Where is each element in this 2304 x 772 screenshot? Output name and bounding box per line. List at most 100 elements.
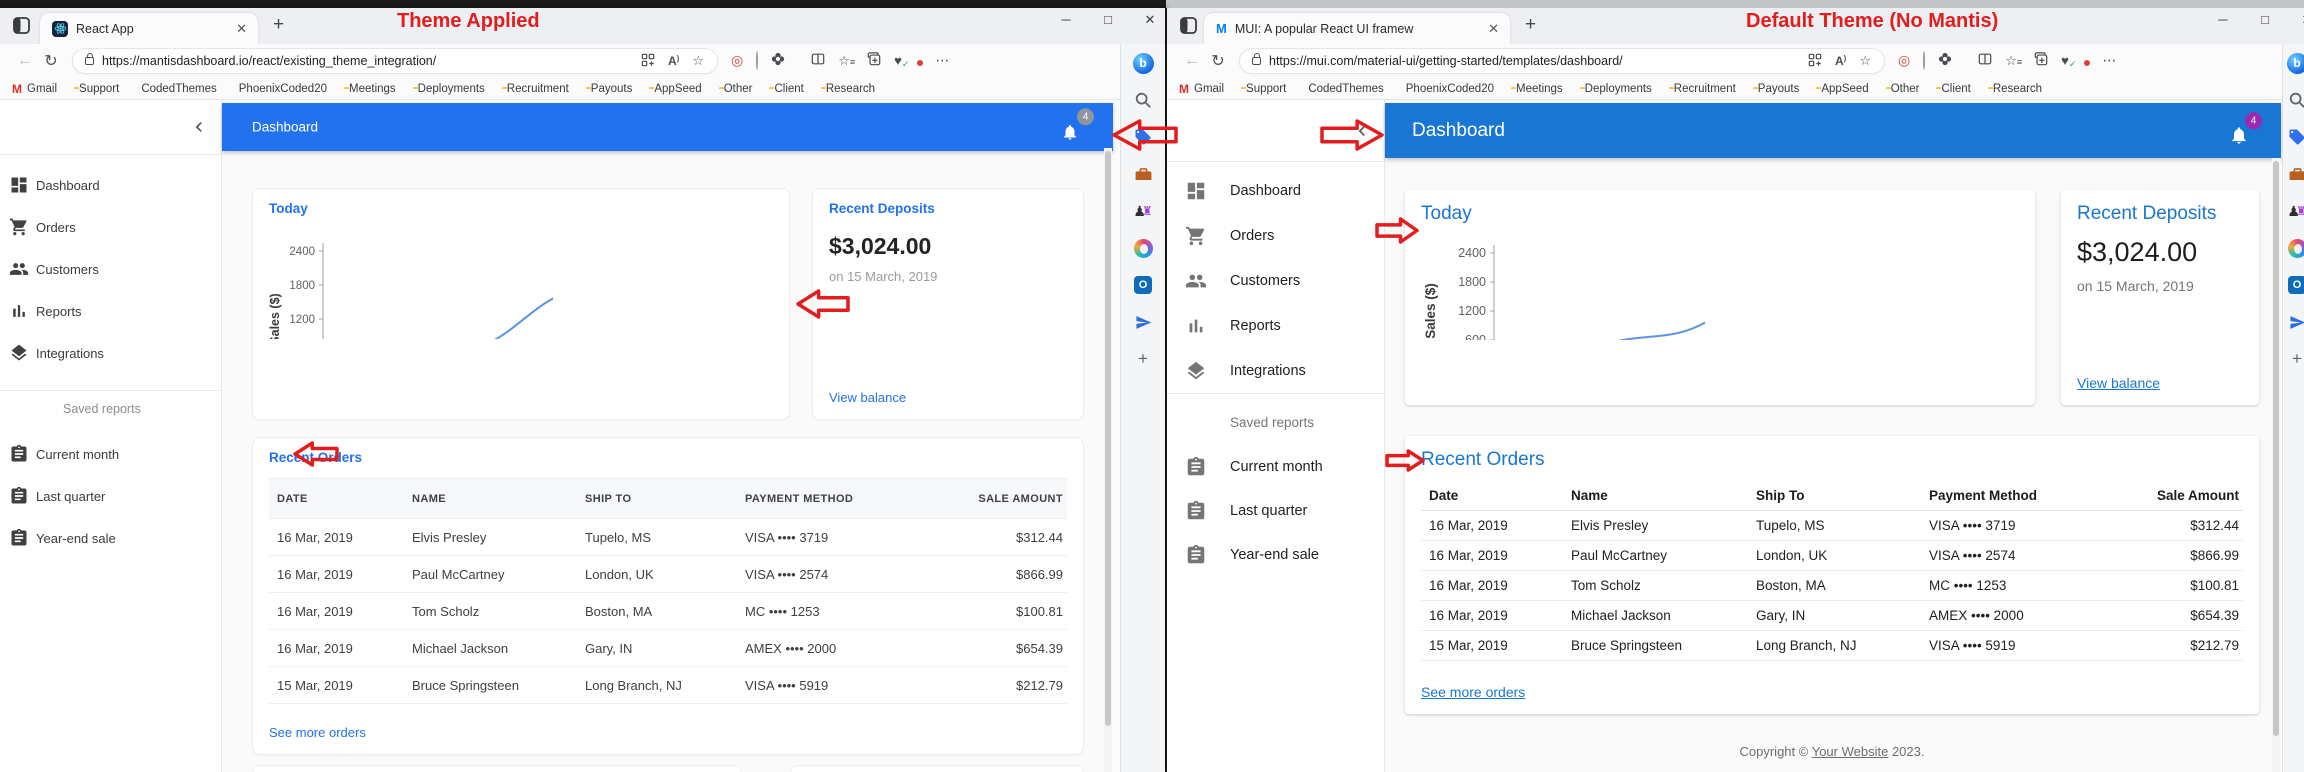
more-options-icon[interactable]: ⋯ xyxy=(2102,52,2117,70)
bookmark-gmail[interactable]: MGmail xyxy=(1179,82,1224,96)
outlook-icon[interactable]: O xyxy=(1132,274,1154,296)
bookmark-appseed[interactable]: AppSeed xyxy=(1816,83,1868,95)
bookmark-payouts[interactable]: Payouts xyxy=(1753,83,1800,95)
copilot-icon[interactable]: b xyxy=(1132,52,1154,74)
bookmark-other[interactable]: Other xyxy=(1886,83,1920,95)
bookmark-appseed[interactable]: AppSeed xyxy=(649,83,701,95)
copilot-icon[interactable]: b xyxy=(2286,52,2304,74)
sidebar-item-orders[interactable]: Orders xyxy=(1167,213,1384,258)
designer-icon[interactable] xyxy=(1132,311,1154,333)
tab-close-icon[interactable]: ✕ xyxy=(233,21,250,37)
add-icon[interactable]: + xyxy=(1132,348,1154,370)
bookmark-other[interactable]: Other xyxy=(719,83,753,95)
bookmark-meetings[interactable]: Meetings xyxy=(344,83,396,95)
tab-actions-icon[interactable] xyxy=(13,17,30,34)
tab-close-icon[interactable]: ✕ xyxy=(1485,21,1502,37)
bookmark-gmail[interactable]: MGmail xyxy=(12,82,57,96)
apps-grid-icon[interactable] xyxy=(641,53,655,70)
tab-actions-icon[interactable] xyxy=(1180,17,1197,34)
games-icon[interactable]: ♟♜ xyxy=(1132,200,1154,222)
bookmark-phoenixcoded20[interactable]: PhoenixCoded20 xyxy=(234,83,327,95)
screenshot-target-icon[interactable]: ◎ xyxy=(1898,52,1910,70)
refresh-icon[interactable]: ↻ xyxy=(1205,51,1231,71)
bookmark-client[interactable]: Client xyxy=(1936,83,1970,95)
sidebar-item-reports[interactable]: Reports xyxy=(1167,303,1384,348)
sidebar-item-integrations[interactable]: Integrations xyxy=(1167,348,1384,393)
minimize-button[interactable]: ─ xyxy=(1057,12,1075,28)
search-icon[interactable] xyxy=(2286,89,2304,111)
sidebar-item-dashboard[interactable]: Dashboard xyxy=(1167,168,1384,213)
bookmark-recruitment[interactable]: Recruitment xyxy=(1669,83,1736,95)
add-icon[interactable]: + xyxy=(2286,348,2304,370)
read-aloud-icon[interactable]: A) xyxy=(668,54,679,68)
office365-icon[interactable] xyxy=(2286,237,2304,259)
bookmark-codedthemes[interactable]: CodedThemes xyxy=(1303,83,1383,95)
bookmark-phoenixcoded20[interactable]: PhoenixCoded20 xyxy=(1401,83,1494,95)
scrollbar-thumb[interactable] xyxy=(1105,151,1111,726)
notifications-button[interactable]: 4 xyxy=(2229,119,2255,145)
sidebar-item-customers[interactable]: Customers xyxy=(0,248,221,290)
scrollbar-thumb[interactable] xyxy=(2273,161,2279,736)
collapse-drawer-icon[interactable] xyxy=(189,117,209,137)
bookmark-deployments[interactable]: Deployments xyxy=(413,83,485,95)
apps-grid-icon[interactable] xyxy=(1808,53,1822,70)
page-scrollbar[interactable] xyxy=(2272,158,2280,772)
shopping-icon[interactable] xyxy=(1132,126,1154,148)
collections-icon[interactable] xyxy=(867,52,881,71)
outlook-icon[interactable]: O xyxy=(2286,274,2304,296)
sidebar-item-current-month[interactable]: Current month xyxy=(0,433,221,475)
browser-tab[interactable]: React App ✕ xyxy=(40,13,258,44)
favorites-hub-icon[interactable]: ☆≡ xyxy=(838,52,854,70)
bookmark-recruitment[interactable]: Recruitment xyxy=(502,83,569,95)
collapse-drawer-icon[interactable] xyxy=(1352,121,1372,141)
address-bar[interactable]: https://mui.com/material-ui/getting-star… xyxy=(1239,48,1885,74)
browser-tab[interactable]: M MUI: A popular React UI framew ✕ xyxy=(1204,13,1510,44)
sidebar-item-orders[interactable]: Orders xyxy=(0,206,221,248)
close-button[interactable]: ✕ xyxy=(2298,12,2304,28)
page-scrollbar[interactable] xyxy=(1104,148,1112,772)
more-options-icon[interactable]: ⋯ xyxy=(935,52,950,70)
see-more-orders-link[interactable]: See more orders xyxy=(1421,684,1525,700)
office365-icon[interactable] xyxy=(1132,237,1154,259)
read-aloud-icon[interactable]: A) xyxy=(1835,54,1846,68)
search-icon[interactable] xyxy=(1132,89,1154,111)
notifications-button[interactable]: 4 xyxy=(1061,115,1087,141)
browser-essentials-icon[interactable]: ♥✓ xyxy=(894,52,909,70)
bookmark-research[interactable]: Research xyxy=(821,83,875,95)
favorites-hub-icon[interactable]: ☆≡ xyxy=(2005,52,2021,70)
profile-icon[interactable] xyxy=(756,52,758,70)
sidebar-item-integrations[interactable]: Integrations xyxy=(0,332,221,374)
games-icon[interactable]: ♟♜ xyxy=(2286,200,2304,222)
sidebar-item-year-end-sale[interactable]: Year-end sale xyxy=(1167,533,1384,577)
minimize-button[interactable]: ─ xyxy=(2214,12,2232,28)
bookmark-payouts[interactable]: Payouts xyxy=(586,83,633,95)
browser-essentials-icon[interactable]: ♥✓ xyxy=(2061,52,2076,70)
split-screen-icon[interactable] xyxy=(811,52,825,71)
back-icon[interactable]: ← xyxy=(12,52,38,70)
new-tab-button[interactable]: + xyxy=(273,14,284,36)
bookmark-support[interactable]: Support xyxy=(1241,83,1286,95)
screenshot-target-icon[interactable]: ◎ xyxy=(731,52,743,70)
new-tab-button[interactable]: + xyxy=(1525,14,1536,36)
profile-icon[interactable] xyxy=(1923,52,1925,70)
tools-icon[interactable] xyxy=(2286,163,2304,185)
favorite-star-icon[interactable]: ☆ xyxy=(1859,53,1871,69)
sidebar-item-current-month[interactable]: Current month xyxy=(1167,445,1384,489)
address-bar[interactable]: https://mantisdashboard.io/react/existin… xyxy=(72,48,718,74)
extension-flower-icon[interactable] xyxy=(1938,52,1952,71)
favorite-star-icon[interactable]: ☆ xyxy=(692,53,704,69)
refresh-icon[interactable]: ↻ xyxy=(38,51,64,71)
sidebar-item-reports[interactable]: Reports xyxy=(0,290,221,332)
back-icon[interactable]: ← xyxy=(1179,52,1205,70)
extension-flower-icon[interactable] xyxy=(771,52,785,71)
bookmark-deployments[interactable]: Deployments xyxy=(1580,83,1652,95)
view-balance-link[interactable]: View balance xyxy=(2077,375,2160,391)
split-screen-icon[interactable] xyxy=(1978,52,1992,71)
sidebar-item-customers[interactable]: Customers xyxy=(1167,258,1384,303)
maximize-button[interactable]: □ xyxy=(1099,12,1117,28)
bookmark-research[interactable]: Research xyxy=(1988,83,2042,95)
see-more-orders-link[interactable]: See more orders xyxy=(269,725,366,740)
tools-icon[interactable] xyxy=(1132,163,1154,185)
designer-icon[interactable] xyxy=(2286,311,2304,333)
bookmark-client[interactable]: Client xyxy=(769,83,803,95)
